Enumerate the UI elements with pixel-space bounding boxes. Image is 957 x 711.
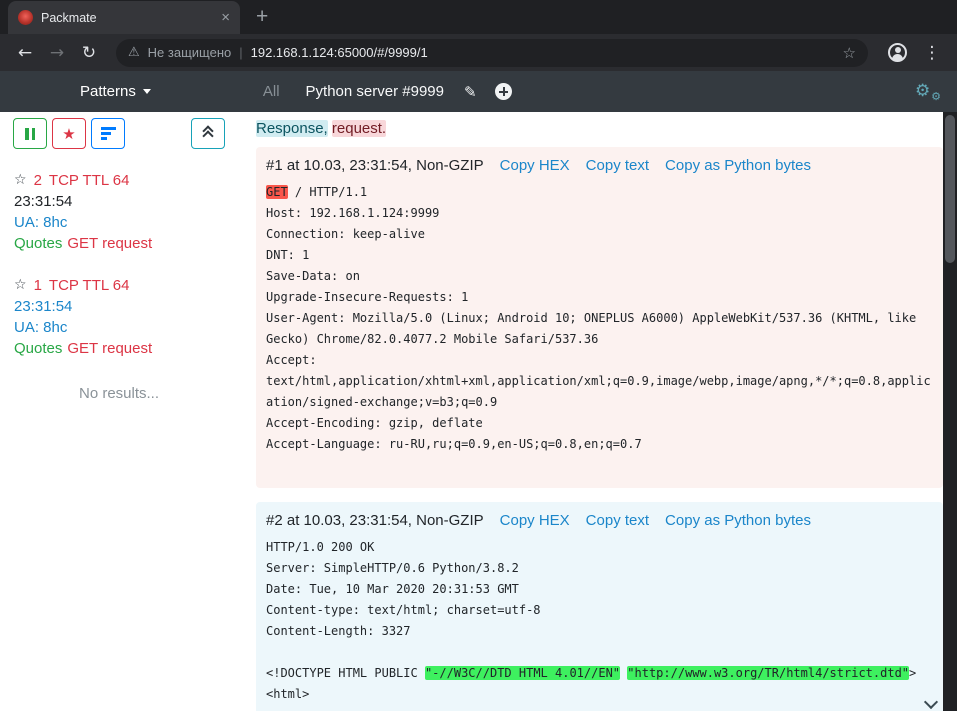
add-pattern-icon[interactable] [495, 83, 512, 100]
stream-request-tag: GET request [67, 340, 152, 357]
stream-item-title: ☆ 1 TCP TTL 64 [14, 275, 224, 296]
highlight-request: request. [332, 120, 386, 137]
legend: Response, request. [256, 120, 943, 137]
copy-text-link[interactable]: Copy text [586, 512, 649, 529]
packet-header-row: #1 at 10.03, 23:31:54, Non-GZIP Copy HEX… [266, 157, 933, 174]
pause-button[interactable] [13, 118, 47, 149]
settings-gears-icon[interactable]: ⚙⚙ [915, 80, 941, 104]
copy-hex-link[interactable]: Copy HEX [500, 157, 570, 174]
stream-tags: Quotes GET request [14, 233, 224, 254]
no-results-label: No results... [0, 385, 238, 402]
address-separator: | [239, 45, 242, 60]
scrollbar[interactable] [943, 112, 957, 711]
bookmark-star-icon[interactable]: ☆ [843, 44, 856, 62]
stream-quotes-tag: Quotes [14, 340, 62, 357]
gear-small-icon: ⚙ [931, 90, 941, 103]
browser-tab[interactable]: Packmate × [8, 1, 240, 34]
text-segment: HTTP/1.0 200 OK Server: SimpleHTTP/0.6 P… [266, 540, 541, 680]
highlight-red: GET [266, 185, 288, 199]
stream-quotes-tag: Quotes [14, 235, 62, 252]
highlight-green: "-//W3C//DTD HTML 4.01//EN" [425, 666, 620, 680]
packet-header-row: #2 at 10.03, 23:31:54, Non-GZIP Copy HEX… [266, 512, 933, 529]
packet-card-request: #1 at 10.03, 23:31:54, Non-GZIP Copy HEX… [256, 147, 943, 488]
double-chevron-up-icon [204, 127, 212, 140]
highlight-response: Response, [256, 120, 328, 137]
caret-down-icon [143, 89, 151, 94]
menu-dots-icon[interactable]: ⋮ [919, 43, 945, 63]
browser-toolbar: ← → ↻ ⚠ Не защищено | 192.168.1.124:6500… [0, 34, 957, 71]
stream-user-agent: UA: 8hc [14, 212, 224, 233]
stream-protocol: TCP TTL 64 [49, 170, 130, 191]
back-icon[interactable]: ← [12, 43, 38, 63]
sidebar-toolbar: ★ [0, 118, 238, 149]
packet-header: #1 at 10.03, 23:31:54, Non-GZIP [266, 157, 484, 174]
tab-current-pattern[interactable]: Python server #9999 [306, 83, 444, 100]
favorite-star-icon[interactable]: ☆ [14, 275, 27, 296]
tab-close-icon[interactable]: × [221, 10, 230, 25]
stream-view: Response, request. #1 at 10.03, 23:31:54… [238, 112, 957, 711]
warning-icon: ⚠ [128, 45, 140, 60]
edit-pattern-icon[interactable]: ✎ [464, 83, 477, 101]
star-icon: ★ [62, 125, 75, 143]
content-area: ★ ☆ 2 TCP TTL 64 23:31:54 UA: 8hc Quotes… [0, 112, 957, 711]
forward-icon[interactable]: → [44, 43, 70, 63]
new-tab-button[interactable]: + [256, 6, 268, 27]
highlight-green: "http://www.w3.org/TR/html4/strict.dtd" [627, 666, 909, 680]
gear-icon: ⚙ [915, 81, 930, 101]
patterns-dropdown[interactable]: Patterns [80, 83, 151, 100]
browser-tab-strip: Packmate × + [0, 0, 957, 34]
reload-icon[interactable]: ↻ [76, 43, 102, 63]
profile-icon[interactable] [888, 43, 907, 62]
app-navbar: Patterns All Python server #9999 ✎ ⚙⚙ [0, 71, 957, 112]
stream-tags: Quotes GET request [14, 338, 224, 359]
tab-title: Packmate [41, 11, 213, 25]
favorite-star-icon[interactable]: ☆ [14, 170, 27, 191]
packet-body: HTTP/1.0 200 OK Server: SimpleHTTP/0.6 P… [266, 537, 933, 705]
packet-body: GET / HTTP/1.1 Host: 192.168.1.124:9999 … [266, 182, 933, 476]
collapse-sidebar-button[interactable] [191, 118, 225, 149]
stream-item[interactable]: ☆ 2 TCP TTL 64 23:31:54 UA: 8hc Quotes GE… [0, 170, 238, 254]
copy-python-bytes-link[interactable]: Copy as Python bytes [665, 157, 811, 174]
stream-item[interactable]: ☆ 1 TCP TTL 64 23:31:54 UA: 8hc Quotes GE… [0, 275, 238, 359]
stream-user-agent: UA: 8hc [14, 317, 224, 338]
copy-hex-link[interactable]: Copy HEX [500, 512, 570, 529]
packmate-favicon-icon [18, 10, 33, 25]
packet-header: #2 at 10.03, 23:31:54, Non-GZIP [266, 512, 484, 529]
copy-text-link[interactable]: Copy text [586, 157, 649, 174]
security-label[interactable]: Не защищено [148, 45, 232, 60]
address-bar[interactable]: ⚠ Не защищено | 192.168.1.124:65000/#/99… [116, 39, 868, 67]
stream-protocol: TCP TTL 64 [49, 275, 130, 296]
filter-button[interactable] [91, 118, 125, 149]
copy-python-bytes-link[interactable]: Copy as Python bytes [665, 512, 811, 529]
stream-count: 1 [34, 275, 42, 296]
filter-lines-icon [101, 127, 116, 140]
pause-icon [25, 128, 35, 140]
packet-card-response: #2 at 10.03, 23:31:54, Non-GZIP Copy HEX… [256, 502, 943, 711]
stream-item-title: ☆ 2 TCP TTL 64 [14, 170, 224, 191]
stream-time: 23:31:54 [14, 191, 224, 212]
patterns-label: Patterns [80, 83, 136, 100]
streams-sidebar: ★ ☆ 2 TCP TTL 64 23:31:54 UA: 8hc Quotes… [0, 112, 238, 711]
scrollbar-thumb[interactable] [945, 115, 955, 263]
stream-count: 2 [34, 170, 42, 191]
text-segment: / HTTP/1.1 Host: 192.168.1.124:9999 Conn… [266, 185, 931, 451]
favorites-button[interactable]: ★ [52, 118, 86, 149]
stream-time: 23:31:54 [14, 296, 224, 317]
tab-all-streams[interactable]: All [263, 83, 280, 100]
url-text[interactable]: 192.168.1.124:65000/#/9999/1 [251, 45, 428, 60]
stream-request-tag: GET request [67, 235, 152, 252]
